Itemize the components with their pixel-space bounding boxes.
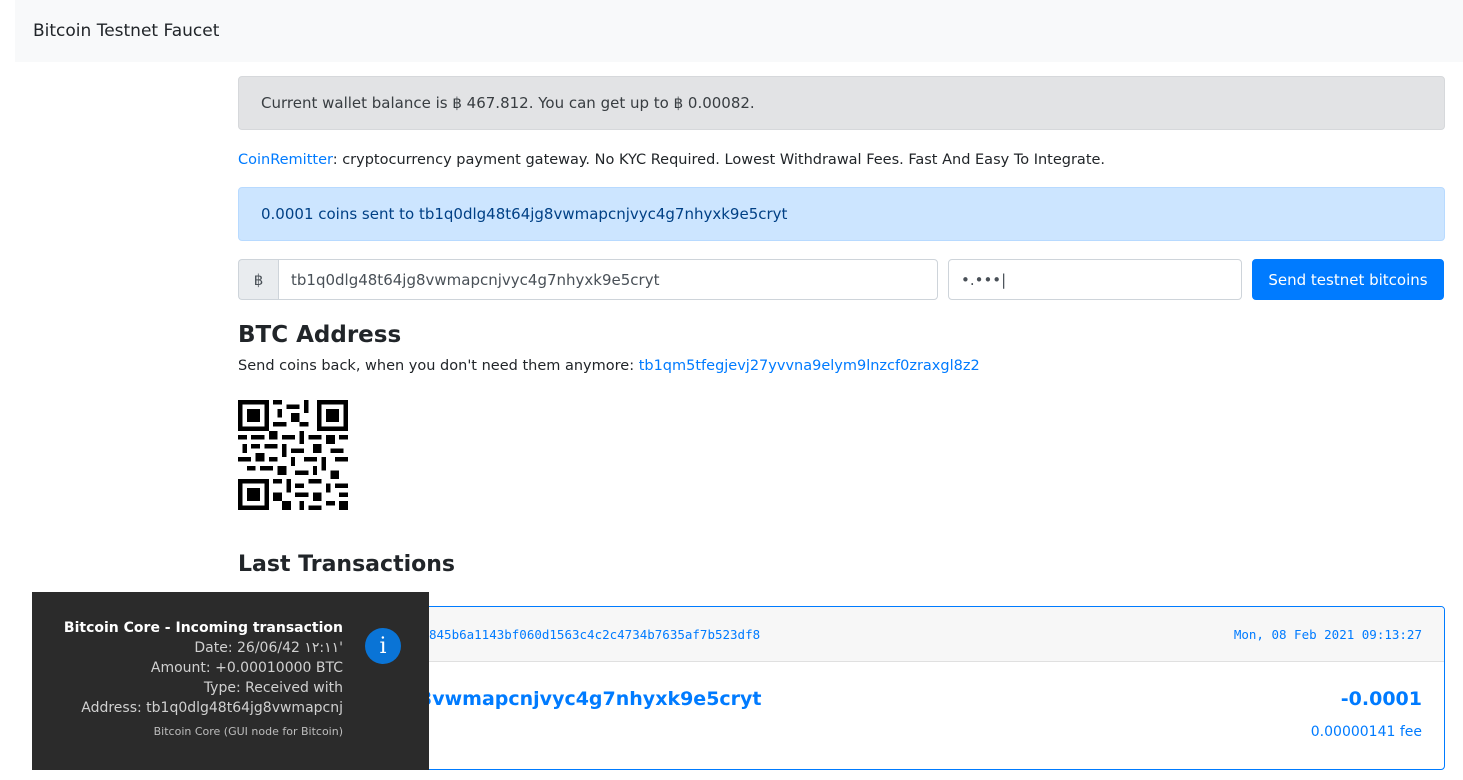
transaction-date: Mon, 08 Feb 2021 09:13:27 <box>1233 626 1422 642</box>
return-address-link[interactable]: tb1qm5tfegjevj27yvvna9elym9lnzcf0zraxgl8… <box>639 358 980 374</box>
send-back-line: Send coins back, when you don't need the… <box>238 358 1445 374</box>
notification-address: Address: tb1q0dlg48t64jg8vwmapcnj <box>81 700 343 716</box>
notification-title: Bitcoin Core - Incoming transaction <box>63 620 343 636</box>
navbar: Bitcoin Testnet Faucet <box>15 0 1463 62</box>
transaction-amount: -0.0001 <box>1340 688 1422 710</box>
notification-amount: Amount: +0.00010000 BTC <box>150 660 343 676</box>
balance-alert: Current wallet balance is ฿ 467.812. You… <box>238 76 1445 130</box>
qr-code <box>238 400 348 510</box>
send-testnet-bitcoins-button[interactable]: Send testnet bitcoins <box>1252 259 1444 300</box>
faucet-form: ฿ Send testnet bitcoins <box>238 259 1445 300</box>
btc-address-heading: BTC Address <box>238 322 402 348</box>
coinremitter-link[interactable]: CoinRemitter <box>238 152 333 168</box>
notification-app-name: Bitcoin Core (GUI node for Bitcoin) <box>153 725 343 738</box>
transaction-fee: 0.00000141 fee <box>1310 724 1422 740</box>
notification-date: Date: 26/06/42 ١٢:١١' <box>194 640 343 656</box>
sent-text: 0.0001 coins sent to tb1q0dlg48t64jg8vwm… <box>261 205 788 223</box>
bitcoin-symbol-icon: ฿ <box>238 259 278 300</box>
captcha-input[interactable] <box>948 259 1242 300</box>
last-transactions-heading: Last Transactions <box>238 552 455 577</box>
transaction-address-link[interactable]: 3vwmapcnjvyc4g7nhyxk9e5cryt <box>419 688 762 710</box>
notification-text: Bitcoin Core - Incoming transaction Date… <box>64 618 343 742</box>
promo-line: CoinRemitter: cryptocurrency payment gat… <box>238 152 1445 168</box>
promo-text: : cryptocurrency payment gateway. No KYC… <box>332 152 1106 168</box>
navbar-brand[interactable]: Bitcoin Testnet Faucet <box>33 21 219 41</box>
address-input[interactable] <box>278 259 938 300</box>
balance-text: Current wallet balance is ฿ 467.812. You… <box>261 94 755 112</box>
sent-alert: 0.0001 coins sent to tb1q0dlg48t64jg8vwm… <box>238 187 1445 241</box>
info-icon: i <box>365 628 401 664</box>
notification-toast[interactable]: Bitcoin Core - Incoming transaction Date… <box>32 592 429 770</box>
main-container: Current wallet balance is ฿ 467.812. You… <box>238 62 1445 770</box>
notification-type: Type: Received with <box>203 680 343 696</box>
send-back-text: Send coins back, when you don't need the… <box>238 358 639 374</box>
